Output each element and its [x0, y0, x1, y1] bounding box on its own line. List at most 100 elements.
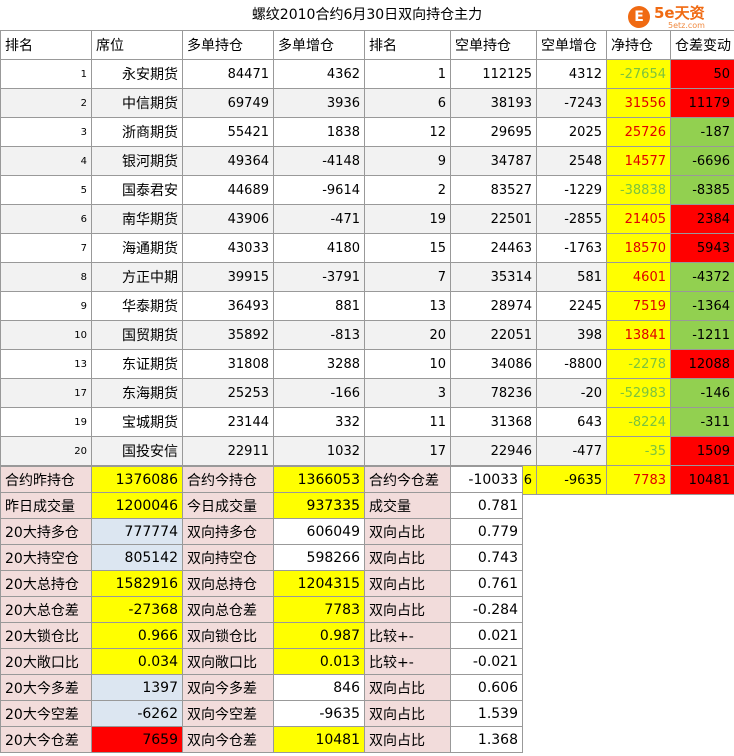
diff-cell[interactable]: 11179	[670, 88, 734, 118]
long-rank-cell[interactable]: 6	[0, 204, 92, 234]
long-chg-cell[interactable]: -166	[273, 378, 365, 408]
diff-cell[interactable]: 12088	[670, 349, 734, 379]
summary-value-2[interactable]: 937335	[273, 492, 365, 519]
summary-label-2[interactable]: 双向今多差	[182, 674, 274, 701]
short-rank-cell[interactable]: 17	[364, 436, 451, 466]
seat-cell[interactable]: 东证期货	[91, 349, 183, 379]
summary-value-1[interactable]: -27368	[91, 596, 183, 623]
diff-cell[interactable]: 50	[670, 59, 734, 89]
summary-label-3[interactable]: 双向占比	[364, 596, 451, 623]
diff-cell[interactable]: 1509	[670, 436, 734, 466]
summary-value-2[interactable]: 598266	[273, 544, 365, 571]
short-chg-cell[interactable]: -8800	[536, 349, 607, 379]
long-rank-cell[interactable]: 8	[0, 262, 92, 292]
net-cell[interactable]: -8224	[606, 407, 671, 437]
short-rank-cell[interactable]: 1	[364, 59, 451, 89]
short-chg-cell[interactable]: 4312	[536, 59, 607, 89]
net-cell[interactable]: -2278	[606, 349, 671, 379]
seat-cell[interactable]: 海通期货	[91, 233, 183, 263]
long-chg-cell[interactable]: -471	[273, 204, 365, 234]
long-chg-cell[interactable]: 1032	[273, 436, 365, 466]
header-net[interactable]: 净持仓	[606, 30, 671, 60]
long-rank-cell[interactable]: 17	[0, 378, 92, 408]
summary-value-1[interactable]: 1200046	[91, 492, 183, 519]
long-chg-cell[interactable]: -9614	[273, 175, 365, 205]
seat-cell[interactable]: 中信期货	[91, 88, 183, 118]
short-chg-cell[interactable]: 581	[536, 262, 607, 292]
summary-label-1[interactable]: 昨日成交量	[0, 492, 92, 519]
short-pos-cell[interactable]: 34086	[450, 349, 537, 379]
long-chg-cell[interactable]: 881	[273, 291, 365, 321]
summary-label-1[interactable]: 20大锁仓比	[0, 622, 92, 649]
summary-value-1[interactable]: -6262	[91, 700, 183, 727]
seat-cell[interactable]: 浙商期货	[91, 117, 183, 147]
summary-label-3[interactable]: 比较+-	[364, 622, 451, 649]
summary-value-1[interactable]: 0.034	[91, 648, 183, 675]
long-rank-cell[interactable]: 19	[0, 407, 92, 437]
net-cell[interactable]: 7519	[606, 291, 671, 321]
long-chg-cell[interactable]: 4180	[273, 233, 365, 263]
long-rank-cell[interactable]: 3	[0, 117, 92, 147]
short-chg-cell[interactable]: 2548	[536, 146, 607, 176]
header-long-pos[interactable]: 多单持仓	[182, 30, 274, 60]
summary-label-1[interactable]: 20大今仓差	[0, 726, 92, 753]
long-rank-cell[interactable]: 2	[0, 88, 92, 118]
long-chg-cell[interactable]: 332	[273, 407, 365, 437]
short-rank-cell[interactable]: 19	[364, 204, 451, 234]
summary-value-2[interactable]: 0.013	[273, 648, 365, 675]
summary-label-2[interactable]: 合约今持仓	[182, 466, 274, 493]
short-pos-cell[interactable]: 22946	[450, 436, 537, 466]
long-pos-cell[interactable]: 84471	[182, 59, 274, 89]
summary-value-2[interactable]: 7783	[273, 596, 365, 623]
header-long-chg[interactable]: 多单增仓	[273, 30, 365, 60]
summary-value-2[interactable]: -9635	[273, 700, 365, 727]
summary-label-1[interactable]: 合约昨持仓	[0, 466, 92, 493]
short-pos-cell[interactable]: 112125	[450, 59, 537, 89]
summary-value-3[interactable]: 0.606	[450, 674, 523, 701]
summary-value-3[interactable]: 0.779	[450, 518, 523, 545]
summary-value-3[interactable]: 1.539	[450, 700, 523, 727]
header-short-pos[interactable]: 空单持仓	[450, 30, 537, 60]
summary-label-1[interactable]: 20大持空仓	[0, 544, 92, 571]
summary-value-2[interactable]: 606049	[273, 518, 365, 545]
long-pos-cell[interactable]: 49364	[182, 146, 274, 176]
diff-cell[interactable]: -146	[670, 378, 734, 408]
short-pos-cell[interactable]: 22051	[450, 320, 537, 350]
seat-cell[interactable]: 银河期货	[91, 146, 183, 176]
short-rank-cell[interactable]: 6	[364, 88, 451, 118]
summary-value-3[interactable]: -0.284	[450, 596, 523, 623]
seat-cell[interactable]: 永安期货	[91, 59, 183, 89]
header-diff[interactable]: 仓差变动	[670, 30, 734, 60]
seat-cell[interactable]: 东海期货	[91, 378, 183, 408]
summary-label-3[interactable]: 双向占比	[364, 518, 451, 545]
long-chg-cell[interactable]: -3791	[273, 262, 365, 292]
diff-cell[interactable]: -1364	[670, 291, 734, 321]
seat-cell[interactable]: 宝城期货	[91, 407, 183, 437]
long-rank-cell[interactable]: 13	[0, 349, 92, 379]
summary-label-3[interactable]: 成交量	[364, 492, 451, 519]
diff-cell[interactable]: -187	[670, 117, 734, 147]
summary-label-3[interactable]: 比较+-	[364, 648, 451, 675]
long-rank-cell[interactable]: 10	[0, 320, 92, 350]
summary-value-2[interactable]: 10481	[273, 726, 365, 753]
summary-value-1[interactable]: 0.966	[91, 622, 183, 649]
summary-value-3[interactable]: 0.761	[450, 570, 523, 597]
long-chg-cell[interactable]: -813	[273, 320, 365, 350]
net-cell[interactable]: 14577	[606, 146, 671, 176]
short-rank-cell[interactable]: 3	[364, 378, 451, 408]
summary-value-3[interactable]: -10033	[450, 466, 523, 493]
summary-value-2[interactable]: 846	[273, 674, 365, 701]
summary-value-1[interactable]: 1376086	[91, 466, 183, 493]
summary-label-2[interactable]: 双向持多仓	[182, 518, 274, 545]
short-rank-cell[interactable]: 10	[364, 349, 451, 379]
summary-value-1[interactable]: 805142	[91, 544, 183, 571]
short-rank-cell[interactable]: 11	[364, 407, 451, 437]
long-rank-cell[interactable]: 4	[0, 146, 92, 176]
long-pos-cell[interactable]: 35892	[182, 320, 274, 350]
summary-value-3[interactable]: 0.021	[450, 622, 523, 649]
long-pos-cell[interactable]: 36493	[182, 291, 274, 321]
net-cell[interactable]: -52983	[606, 378, 671, 408]
diff-cell[interactable]: -8385	[670, 175, 734, 205]
diff-cell[interactable]: -311	[670, 407, 734, 437]
long-pos-cell[interactable]: 43033	[182, 233, 274, 263]
